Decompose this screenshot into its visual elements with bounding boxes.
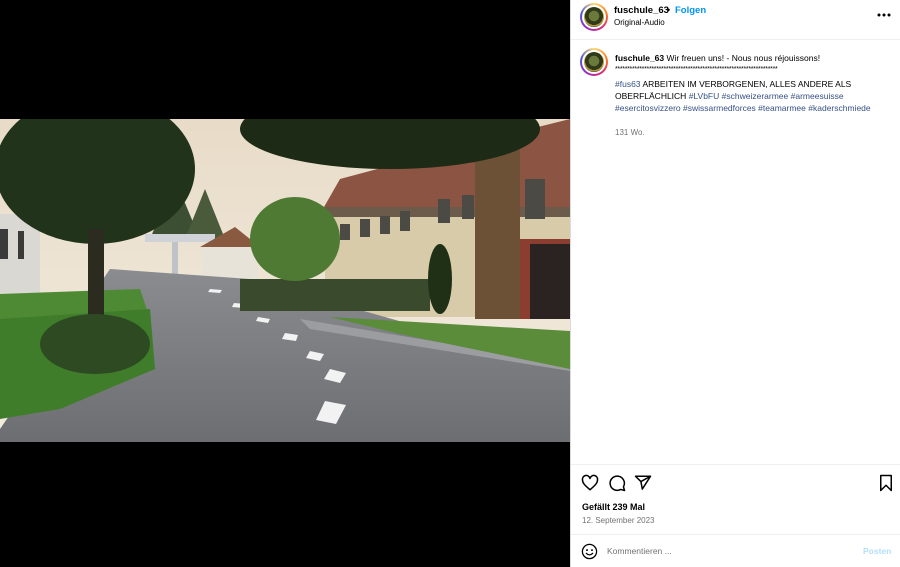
comment-icon <box>609 475 626 492</box>
caption-section: fuschule_63 Wir freuen uns! - Nous nous … <box>571 40 900 464</box>
heart-icon <box>581 474 599 491</box>
like-count[interactable]: Gefällt 239 Mal <box>582 502 645 512</box>
hashtag-link[interactable]: #teamarmee <box>758 103 806 113</box>
hashtag-link[interactable]: #kaderschmiede <box>808 103 870 113</box>
like-button[interactable] <box>581 474 599 492</box>
caption-avatar[interactable] <box>580 48 608 76</box>
send-icon <box>634 475 652 490</box>
comment-bar: Posten <box>571 534 900 567</box>
follow-button[interactable]: Folgen <box>675 5 706 16</box>
more-options-button[interactable] <box>877 8 891 22</box>
hashtag-link[interactable]: #fus63 <box>615 79 641 89</box>
more-options-icon <box>877 13 891 17</box>
emoji-button[interactable] <box>581 543 598 560</box>
post-header: fuschule_63 • Folgen Original-Audio <box>571 0 900 40</box>
post-comment-button[interactable]: Posten <box>863 546 891 556</box>
caption-line1: Wir freuen uns! - Nous nous réjouissons! <box>666 53 821 63</box>
caption-timestamp[interactable]: 131 Wo. <box>615 128 645 137</box>
hashtag-link[interactable]: #armeesuisse <box>791 91 844 101</box>
post-date: 12. September 2023 <box>582 516 655 525</box>
author-username[interactable]: fuschule_63 <box>614 5 669 16</box>
comment-input[interactable] <box>607 543 847 559</box>
hashtag-link[interactable]: #LVbFU <box>689 91 720 101</box>
save-button[interactable] <box>877 474 895 492</box>
bookmark-icon <box>880 474 892 492</box>
caption-text: fuschule_63 Wir freuen uns! - Nous nous … <box>615 52 895 114</box>
author-avatar[interactable] <box>580 3 608 31</box>
video-frame[interactable] <box>0 119 570 442</box>
hashtag-link[interactable]: #esercitosvizzero <box>615 103 681 113</box>
post-side-panel: fuschule_63 • Folgen Original-Audio fusc… <box>570 0 900 567</box>
comment-button[interactable] <box>608 474 626 492</box>
emoji-icon <box>581 543 598 560</box>
avatar-image <box>584 52 604 72</box>
action-bar: Gefällt 239 Mal 12. September 2023 <box>571 464 900 534</box>
hashtag-link[interactable]: #schweizerarmee <box>722 91 789 101</box>
caption-username[interactable]: fuschule_63 <box>615 53 664 63</box>
hashtag-link[interactable]: #swissarmedforces <box>683 103 756 113</box>
audio-label[interactable]: Original-Audio <box>614 18 665 27</box>
video-scene <box>0 119 570 442</box>
avatar-image <box>584 7 604 27</box>
caption-stars: ****************************************… <box>615 66 778 73</box>
separator-dot: • <box>667 5 671 15</box>
post-media[interactable] <box>0 0 570 567</box>
share-button[interactable] <box>634 474 652 492</box>
